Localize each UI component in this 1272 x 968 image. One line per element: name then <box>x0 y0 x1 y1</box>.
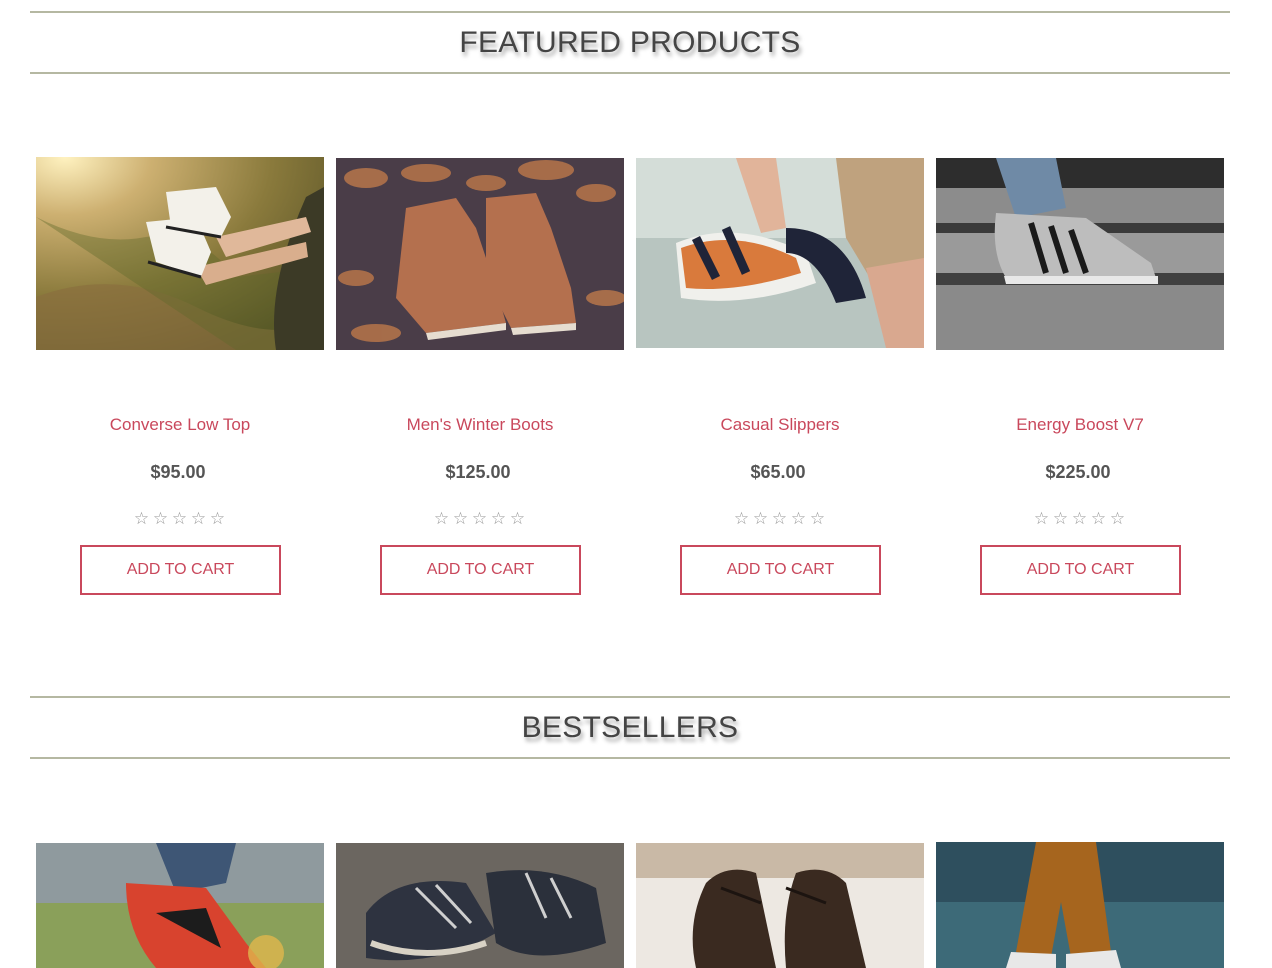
product-price: $225.00 <box>1045 462 1111 482</box>
sneakers-legs-photo <box>36 157 324 350</box>
star-icon: ☆ <box>133 509 151 528</box>
bestseller-image[interactable] <box>936 842 1224 968</box>
bestsellers-row <box>30 842 1230 968</box>
star-icon: ☆ <box>490 509 508 528</box>
star-icon: ☆ <box>452 509 470 528</box>
star-icon: ☆ <box>433 509 451 528</box>
worn-sneakers-photo <box>336 843 624 968</box>
star-icon: ☆ <box>190 509 208 528</box>
featured-products-title: FEATURED PRODUCTS <box>459 26 801 59</box>
star-rating: ☆ ☆ ☆ ☆ ☆ <box>636 509 924 529</box>
dress-shoes-photo <box>636 843 924 968</box>
star-icon: ☆ <box>152 509 170 528</box>
star-icon: ☆ <box>509 509 527 528</box>
star-icon: ☆ <box>790 509 808 528</box>
star-icon: ☆ <box>1071 509 1089 528</box>
product-name[interactable]: Casual Slippers <box>636 415 924 435</box>
product-image-casual-slippers[interactable] <box>636 158 924 348</box>
bestsellers-header: BESTSELLERS <box>30 696 1230 759</box>
star-icon: ☆ <box>1109 509 1127 528</box>
product-name[interactable]: Men's Winter Boots <box>336 415 624 435</box>
product-image-energy-boost[interactable] <box>936 158 1224 350</box>
red-sneaker-photo <box>36 843 324 968</box>
product-image-winter-boots[interactable] <box>336 158 624 350</box>
add-to-cart-button[interactable]: ADD TO CART <box>380 545 581 595</box>
star-icon: ☆ <box>1052 509 1070 528</box>
product-price: $125.00 <box>445 462 511 482</box>
product-price: $65.00 <box>750 462 806 482</box>
star-icon: ☆ <box>171 509 189 528</box>
star-icon: ☆ <box>771 509 789 528</box>
add-to-cart-button[interactable]: ADD TO CART <box>980 545 1181 595</box>
star-icon: ☆ <box>733 509 751 528</box>
product-price: $95.00 <box>150 462 206 482</box>
star-icon: ☆ <box>809 509 827 528</box>
star-rating: ☆ ☆ ☆ ☆ ☆ <box>336 509 624 529</box>
star-rating: ☆ ☆ ☆ ☆ ☆ <box>936 509 1224 529</box>
product-name[interactable]: Converse Low Top <box>36 415 324 435</box>
sneaker-on-stairs-photo <box>936 158 1224 350</box>
bestsellers-title: BESTSELLERS <box>521 711 739 744</box>
bestseller-image[interactable] <box>636 843 924 968</box>
star-icon: ☆ <box>1090 509 1108 528</box>
bestseller-image[interactable] <box>36 843 324 968</box>
featured-products-header: FEATURED PRODUCTS <box>30 11 1230 74</box>
hand-holding-sandals-photo <box>636 158 924 348</box>
star-rating: ☆ ☆ ☆ ☆ ☆ <box>36 509 324 529</box>
star-icon: ☆ <box>752 509 770 528</box>
add-to-cart-button[interactable]: ADD TO CART <box>680 545 881 595</box>
star-icon: ☆ <box>209 509 227 528</box>
product-image-converse[interactable] <box>36 157 324 350</box>
bestseller-image[interactable] <box>336 843 624 968</box>
product-name[interactable]: Energy Boost V7 <box>936 415 1224 435</box>
brown-boots-leaves-photo <box>336 158 624 350</box>
star-icon: ☆ <box>471 509 489 528</box>
star-icon: ☆ <box>1033 509 1051 528</box>
brown-pants-shoes-photo <box>936 842 1224 968</box>
add-to-cart-button[interactable]: ADD TO CART <box>80 545 281 595</box>
